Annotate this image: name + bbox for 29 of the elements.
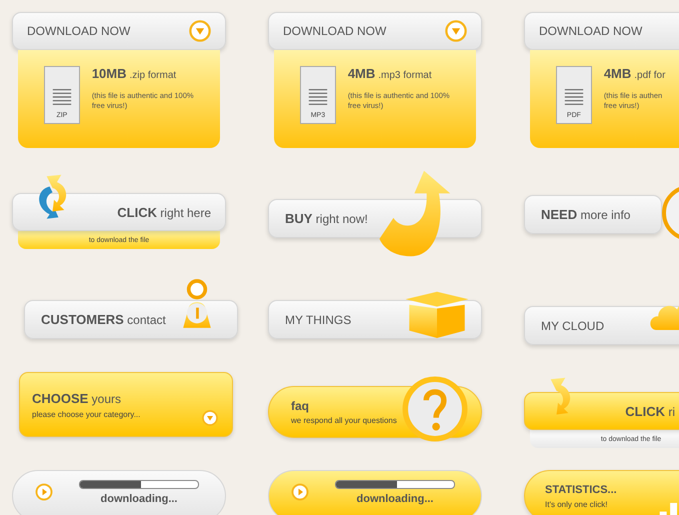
title-text: STATISTICS... (545, 484, 617, 496)
download-button[interactable]: DOWNLOAD NOW (12, 12, 226, 50)
customers-button[interactable]: CUSTOMERS contact (24, 300, 238, 339)
status-text: downloading... (356, 492, 434, 504)
category-dropdown[interactable]: CHOOSE yours please choose your category... (19, 372, 233, 437)
file-size: 4MB (604, 66, 632, 81)
title-text: CHOOSE yours (32, 390, 122, 406)
subtitle-text: It's only one click! (545, 500, 608, 508)
play-icon (291, 483, 309, 501)
subtitle-text: please choose your category... (32, 410, 140, 418)
click-button[interactable]: CLICK ri (524, 392, 679, 430)
file-format: .mp3 format (378, 70, 432, 81)
file-size: 4MB (348, 66, 376, 81)
lines-icon (50, 87, 73, 107)
question-mark-icon (402, 376, 468, 442)
lines-icon (306, 87, 329, 107)
file-size: 10MB (92, 66, 126, 81)
file-format: .pdf for (634, 70, 666, 81)
status-text: downloading... (100, 492, 178, 504)
title-text: faq (291, 399, 309, 413)
subtitle-text: we respond all your questions (291, 416, 397, 425)
play-icon (35, 483, 53, 501)
lines-icon (562, 87, 585, 107)
download-button[interactable]: DOWNLOAD NOW (268, 12, 482, 50)
click-button[interactable]: CLICK right here (12, 193, 226, 231)
file-format: .zip format (130, 70, 176, 81)
download-button[interactable]: DOWNLOAD NOW (524, 12, 679, 50)
info-button[interactable]: NEED more info (524, 195, 662, 234)
statistics-button[interactable]: STATISTICS... It's only one click! (524, 470, 679, 515)
